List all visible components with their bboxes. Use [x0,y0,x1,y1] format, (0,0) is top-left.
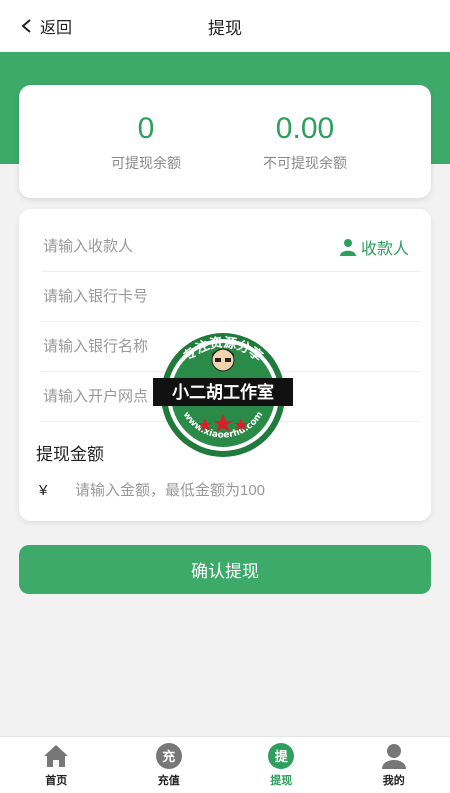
profile-icon [381,743,407,769]
available-balance: 0 可提现余额 [66,111,226,173]
top-nav-bar: 返回 提现 [0,0,450,52]
select-payee-label: 收款人 [361,235,409,259]
payee-row: 收款人 [41,221,421,272]
tab-home[interactable]: 首页 [0,737,113,793]
home-icon [43,743,69,769]
seal-mascot-icon [212,349,234,371]
unavailable-balance-label: 不可提现余额 [225,153,385,173]
available-balance-label: 可提现余额 [66,153,226,173]
tab-withdraw-label: 提现 [270,772,292,788]
page-title: 提现 [208,14,242,39]
currency-symbol: ¥ [39,482,73,499]
watermark-seal: 专注资源分享 www.xiaoerhu.com 小二胡工作室 [153,332,293,458]
chevron-left-icon [20,19,34,33]
card-number-input[interactable] [41,287,325,306]
back-label: 返回 [40,14,72,38]
card-number-row [41,271,421,322]
back-button[interactable]: 返回 [20,0,72,52]
amount-title: 提现金额 [36,440,104,465]
user-icon [339,238,357,256]
select-payee-button[interactable]: 收款人 [339,235,409,259]
amount-row: ¥ [39,475,409,505]
balance-card: 0 可提现余额 0.00 不可提现余额 [19,85,431,198]
seal-banner-text: 小二胡工作室 [172,382,274,403]
tab-profile[interactable]: 我的 [338,737,450,793]
confirm-withdraw-button[interactable]: 确认提现 [19,545,431,594]
tab-recharge-label: 充值 [158,772,180,788]
tab-home-label: 首页 [45,772,67,788]
withdraw-icon: 提 [268,743,294,769]
available-balance-value: 0 [66,111,226,147]
unavailable-balance-value: 0.00 [225,111,385,147]
tab-profile-label: 我的 [383,772,405,788]
tab-withdraw[interactable]: 提 提现 [225,737,338,793]
tab-recharge[interactable]: 充 充值 [113,737,226,793]
bottom-tab-bar: 首页 充 充值 提 提现 我的 [0,736,450,793]
amount-input[interactable] [73,481,397,500]
unavailable-balance: 0.00 不可提现余额 [225,111,385,173]
payee-input[interactable] [41,237,325,256]
recharge-icon: 充 [156,743,182,769]
